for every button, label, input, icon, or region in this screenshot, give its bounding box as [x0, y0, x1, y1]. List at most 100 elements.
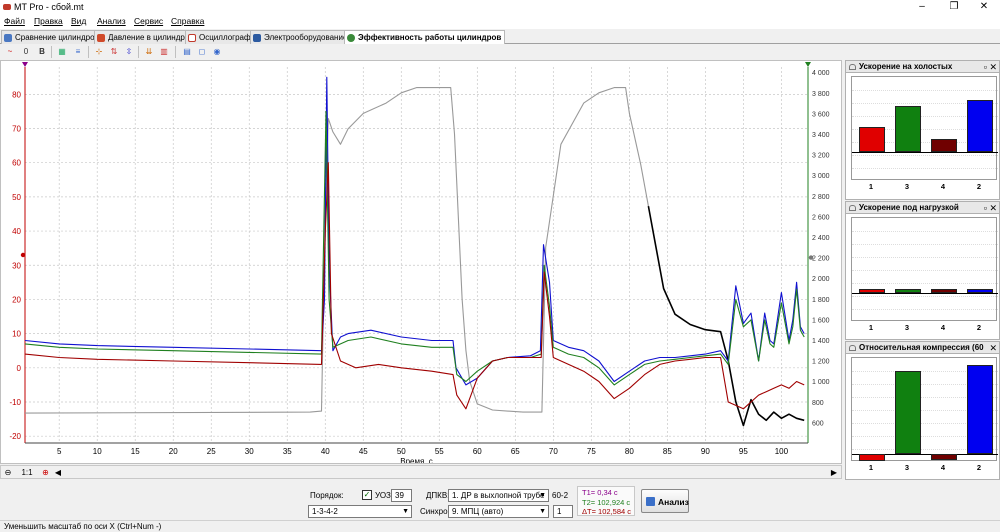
sync-value: 9. МПЦ (авто) — [452, 507, 504, 516]
grid-line — [852, 296, 998, 297]
grid-icon[interactable]: ▦ — [56, 46, 68, 58]
uoz-checkbox[interactable]: ✓ — [362, 490, 372, 500]
zoom-level[interactable]: 1:1 — [17, 467, 37, 478]
x-tick-label: 25 — [207, 447, 216, 456]
analyze-button[interactable]: Анализ — [641, 489, 689, 513]
bar-cylinder-4 — [931, 453, 957, 460]
tab-cylinder-comparison[interactable]: Сравнение цилиндров — [1, 30, 103, 44]
close-panel-icon[interactable]: ✕ — [989, 202, 997, 213]
tab-cylinder-efficiency[interactable]: Эффективность работы цилиндров — [344, 30, 506, 45]
order-select[interactable]: 1-3-4-2 ▼ — [308, 505, 412, 518]
y-right-tick-label: 1 000 — [812, 379, 830, 386]
menu-edit[interactable]: Правка — [34, 16, 63, 26]
zero-icon[interactable]: 0 — [20, 46, 32, 58]
copy-icon[interactable]: ▤ — [181, 46, 193, 58]
x-axis-label: Время, с — [400, 457, 433, 463]
close-panel-icon[interactable]: ✕ — [989, 342, 997, 353]
horizontal-scrollbar[interactable]: ⊖ 1:1 ⊕ ◀ ▶ — [0, 465, 842, 479]
x-tick-label: 10 — [93, 447, 102, 456]
dpkv-select[interactable]: 1. ДР в выхлопной трубе ▼ — [448, 489, 549, 502]
chevron-down-icon: ▼ — [539, 492, 546, 499]
sort-icon[interactable]: ⇊ — [143, 46, 155, 58]
y-right-tick-label: 4 000 — [812, 70, 830, 77]
y-left-tick-label: 40 — [12, 227, 21, 236]
analyze-icon — [646, 497, 655, 506]
bar-chart-icon[interactable]: ▥ — [158, 46, 170, 58]
bar-cylinder-3 — [895, 288, 921, 293]
toolbar: ~ 0 B ▦ ≡ ⊹ ⇅ ⇳ ⇊ ▥ ▤ ◻ ◉ — [0, 44, 1000, 60]
y-right-tick-label: 3 600 — [812, 111, 830, 118]
panel-header: Относительная компрессия (60 ✕ — [846, 342, 999, 354]
menu-bar: Файл Правка Вид Анализ Сервис Справка — [0, 15, 1000, 29]
grid-line — [852, 244, 998, 245]
menu-view[interactable]: Вид — [71, 16, 86, 26]
series-line-4 — [24, 162, 805, 410]
close-panel-icon[interactable]: ✕ — [989, 61, 997, 72]
scroll-right-icon[interactable]: ▶ — [829, 467, 839, 478]
uoz-spinner[interactable]: 39 — [391, 489, 412, 502]
time-readout: T1= 0,34 c T2= 102,924 c ΔT= 102,584 c — [577, 486, 635, 516]
export-icon[interactable]: ◻ — [196, 46, 208, 58]
gauge-icon — [849, 64, 856, 70]
x-tick-label: 55 — [435, 447, 444, 456]
oscilloscope-icon — [188, 34, 196, 42]
toolbar-separator — [51, 46, 52, 58]
panel-title: Ускорение под нагрузкой — [859, 203, 959, 212]
crosshair-icon[interactable]: ⊹ — [93, 46, 105, 58]
globe-icon[interactable]: ◉ — [211, 46, 223, 58]
order-label: Порядок: — [310, 491, 344, 500]
t1-value: T1= 0,34 c — [582, 488, 618, 497]
wave-icon[interactable]: ~ — [4, 46, 16, 58]
x-tick-label: 70 — [549, 447, 558, 456]
panel-title: Ускорение на холостых — [859, 62, 953, 71]
dt-value: ΔT= 102,584 c — [582, 507, 631, 516]
maximize-panel-icon[interactable]: ▫ — [984, 61, 987, 72]
y-left-tick-label: 80 — [12, 90, 21, 99]
tab-cylinder-pressure[interactable]: Давление в цилиндре — [94, 30, 194, 44]
bold-b-icon[interactable]: B — [36, 46, 48, 58]
x-tick-label: 85 — [663, 447, 672, 456]
category-label: 3 — [904, 182, 910, 191]
sync-number-spinner[interactable]: 1 — [553, 505, 573, 518]
grid-line — [852, 257, 998, 258]
app-icon — [3, 4, 11, 10]
menu-file[interactable]: Файл — [4, 16, 25, 26]
maximize-panel-icon[interactable]: ▫ — [984, 202, 987, 213]
menu-analysis[interactable]: Анализ — [97, 16, 126, 26]
bar-cylinder-2 — [967, 365, 993, 454]
controls-area: Порядок: 1-3-4-2 ▼ ✓ УОЗ: 39 ДПКВ: 1. ДР … — [0, 480, 1000, 520]
panel-header: Ускорение под нагрузкой ▫ ✕ — [846, 202, 999, 214]
category-label: 3 — [904, 323, 910, 332]
tab-label: Осциллограф — [199, 33, 251, 42]
zoom-out-icon[interactable]: ⊖ — [3, 467, 13, 478]
zoom-in-icon[interactable]: ⊕ — [40, 467, 51, 478]
gauge-icon — [849, 205, 856, 211]
minimize-button[interactable]: – — [908, 0, 936, 15]
dpkv-suffix: 60-2 — [552, 491, 569, 500]
tab-oscilloscope[interactable]: Осциллограф — [185, 30, 255, 44]
list-icon[interactable]: ≡ — [72, 46, 84, 58]
sync-select[interactable]: 9. МПЦ (авто) ▼ — [448, 505, 549, 518]
gauge-icon — [849, 345, 856, 351]
y-right-tick-label: 2 000 — [812, 276, 830, 283]
scroll-left-icon[interactable]: ◀ — [53, 467, 63, 478]
fit-icon[interactable]: ⇳ — [123, 46, 135, 58]
grid-line — [852, 270, 998, 271]
close-button[interactable]: ✕ — [970, 0, 998, 15]
bar-chart — [851, 217, 998, 321]
vertical-scale-icon[interactable]: ⇅ — [108, 46, 120, 58]
grid-line — [852, 155, 998, 156]
order-value: 1-3-4-2 — [312, 507, 338, 516]
category-label: 3 — [904, 463, 910, 472]
bar-cylinder-1 — [859, 453, 885, 461]
zero-line — [852, 151, 998, 153]
main-chart[interactable]: 5 10 15 20 25 30 35 40 45 50 55 60 65 70 75 80 85 90 95 100… — [0, 60, 842, 464]
tab-electrical[interactable]: Электрооборудование — [250, 30, 352, 44]
menu-service[interactable]: Сервис — [134, 16, 163, 26]
menu-help[interactable]: Справка — [171, 16, 204, 26]
status-bar: Уменьшить масштаб по оси X (Ctrl+Num -) — [0, 520, 1000, 532]
electrical-icon — [253, 34, 261, 42]
dpkv-label: ДПКВ: — [426, 491, 450, 500]
maximize-button[interactable]: ❐ — [940, 0, 968, 15]
sync-number: 1 — [557, 507, 562, 516]
